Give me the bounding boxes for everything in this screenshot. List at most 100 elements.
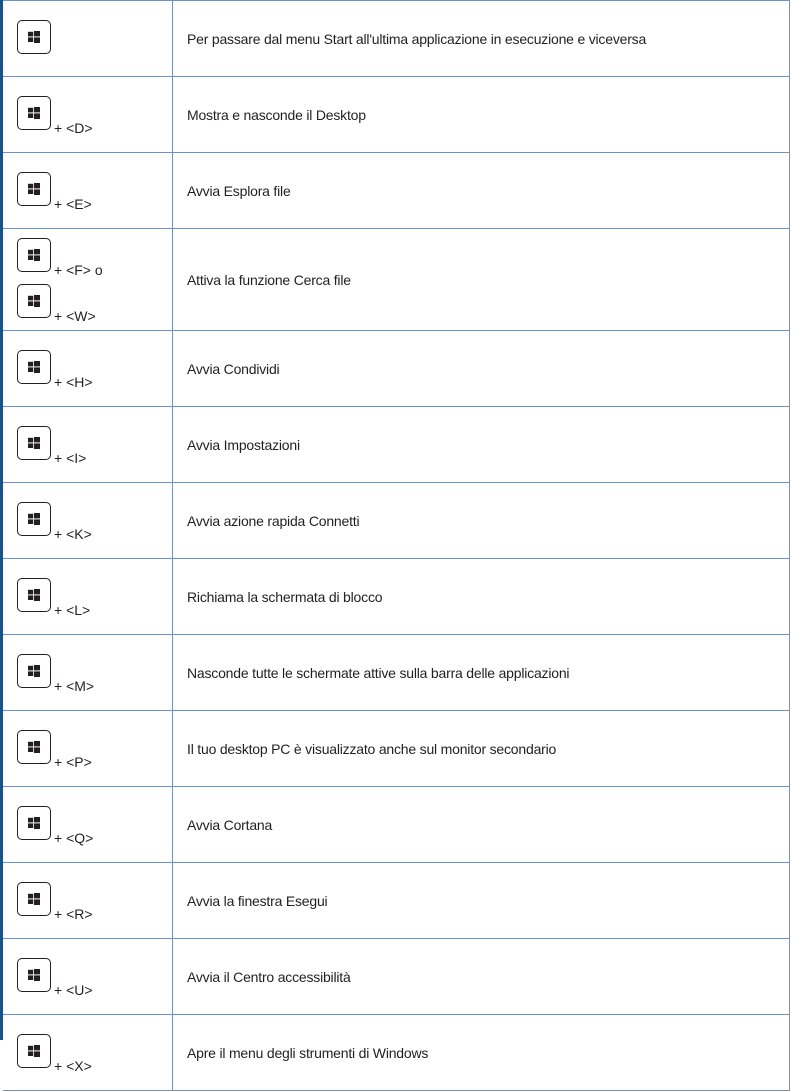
windows-key-icon	[17, 957, 51, 992]
key-combo: + <P>	[17, 728, 172, 770]
description-cell: Avvia Esplora file	[172, 152, 790, 229]
table-row: + <L> Richiama la schermata di blocco	[3, 558, 790, 635]
key-combo: + <L>	[17, 576, 172, 618]
description-cell: Per passare dal menu Start all'ultima ap…	[172, 0, 790, 77]
key-combo	[17, 18, 172, 60]
table-row: + <X> Apre il menu degli strumenti di Wi…	[3, 1014, 790, 1091]
windows-key-icon	[17, 805, 51, 840]
windows-key-icon	[17, 881, 51, 916]
windows-logo-icon	[28, 1044, 40, 1057]
description-cell: Richiama la schermata di blocco	[172, 558, 790, 635]
key-combo: + <W>	[17, 282, 172, 324]
windows-key-icon	[17, 501, 51, 536]
key-suffix: + <W>	[54, 307, 96, 324]
description-cell: Attiva la funzione Cerca file	[172, 228, 790, 331]
key-suffix: + <P>	[54, 753, 92, 770]
key-combo: + <K>	[17, 500, 172, 542]
table-row: + <K> Avvia azione rapida Connetti	[3, 482, 790, 559]
windows-logo-icon	[28, 892, 40, 905]
windows-logo-icon	[28, 360, 40, 373]
description-cell: Avvia la finestra Esegui	[172, 862, 790, 939]
shortcut-cell: + <K>	[3, 482, 173, 559]
shortcut-cell: + <H>	[3, 330, 173, 407]
windows-key-icon	[17, 19, 51, 54]
table-row: + <U> Avvia il Centro accessibilità	[3, 938, 790, 1015]
key-combo: + <I>	[17, 424, 172, 466]
key-combo: + <D>	[17, 94, 172, 136]
key-suffix: + <R>	[54, 905, 93, 922]
table-row: + <F> o + <W> Attiva la funzione Cerca f…	[3, 228, 790, 331]
key-combo: + <H>	[17, 348, 172, 390]
table-row: + <P> Il tuo desktop PC è visualizzato a…	[3, 710, 790, 787]
windows-logo-icon	[28, 664, 40, 677]
shortcut-cell: + <P>	[3, 710, 173, 787]
key-suffix: + <X>	[54, 1057, 92, 1074]
windows-key-icon	[17, 653, 51, 688]
description-cell: Apre il menu degli strumenti di Windows	[172, 1014, 790, 1091]
key-combo: + <U>	[17, 956, 172, 998]
shortcuts-table: Per passare dal menu Start all'ultima ap…	[3, 0, 790, 1091]
key-combo: + <M>	[17, 652, 172, 694]
table-row: Per passare dal menu Start all'ultima ap…	[3, 0, 790, 77]
table-row: + <D> Mostra e nasconde il Desktop	[3, 76, 790, 153]
key-suffix: + <D>	[54, 119, 93, 136]
shortcut-cell: + <D>	[3, 76, 173, 153]
shortcut-cell: + <U>	[3, 938, 173, 1015]
key-combo: + <E>	[17, 170, 172, 212]
table-row: + <Q> Avvia Cortana	[3, 786, 790, 863]
windows-key-icon	[17, 349, 51, 384]
windows-key-icon	[17, 729, 51, 764]
shortcut-cell: + <F> o + <W>	[3, 228, 173, 331]
key-suffix: + <Q>	[54, 829, 94, 846]
description-cell: Avvia Cortana	[172, 786, 790, 863]
shortcut-cell: + <Q>	[3, 786, 173, 863]
shortcut-cell: + <M>	[3, 634, 173, 711]
key-combo: + <X>	[17, 1032, 172, 1074]
description-cell: Avvia Impostazioni	[172, 406, 790, 483]
windows-key-icon	[17, 1033, 51, 1068]
table-row: + <R> Avvia la finestra Esegui	[3, 862, 790, 939]
table-row: + <H> Avvia Condividi	[3, 330, 790, 407]
shortcut-cell: + <I>	[3, 406, 173, 483]
windows-key-icon	[17, 237, 51, 272]
windows-key-icon	[17, 425, 51, 460]
shortcut-cell: + <E>	[3, 152, 173, 229]
windows-key-icon	[17, 283, 51, 318]
table-row: + <M> Nasconde tutte le schermate attive…	[3, 634, 790, 711]
key-combo: + <Q>	[17, 804, 172, 846]
windows-logo-icon	[28, 740, 40, 753]
key-suffix: + <I>	[54, 449, 87, 466]
windows-logo-icon	[28, 248, 40, 261]
key-combo: + <F> o	[17, 236, 172, 278]
table-row: + <E> Avvia Esplora file	[3, 152, 790, 229]
key-suffix: + <F> o	[54, 261, 103, 278]
shortcut-cell: + <L>	[3, 558, 173, 635]
description-cell: Mostra e nasconde il Desktop	[172, 76, 790, 153]
windows-logo-icon	[28, 512, 40, 525]
windows-logo-icon	[28, 436, 40, 449]
windows-key-icon	[17, 577, 51, 612]
table-row: + <I> Avvia Impostazioni	[3, 406, 790, 483]
description-cell: Avvia azione rapida Connetti	[172, 482, 790, 559]
windows-logo-icon	[28, 106, 40, 119]
key-suffix: + <M>	[54, 677, 95, 694]
windows-logo-icon	[28, 588, 40, 601]
windows-key-icon	[17, 95, 51, 130]
windows-logo-icon	[28, 816, 40, 829]
windows-logo-icon	[28, 182, 40, 195]
windows-logo-icon	[28, 968, 40, 981]
description-cell: Avvia il Centro accessibilità	[172, 938, 790, 1015]
windows-logo-icon	[28, 30, 40, 43]
key-suffix: + <H>	[54, 373, 93, 390]
key-combo: + <R>	[17, 880, 172, 922]
shortcut-cell: + <X>	[3, 1014, 173, 1091]
key-suffix: + <U>	[54, 981, 93, 998]
shortcut-cell	[3, 0, 173, 77]
key-suffix: + <E>	[54, 195, 92, 212]
key-suffix: + <K>	[54, 525, 92, 542]
shortcut-cell: + <R>	[3, 862, 173, 939]
description-cell: Avvia Condividi	[172, 330, 790, 407]
description-cell: Il tuo desktop PC è visualizzato anche s…	[172, 710, 790, 787]
windows-logo-icon	[28, 294, 40, 307]
key-suffix: + <L>	[54, 601, 91, 618]
